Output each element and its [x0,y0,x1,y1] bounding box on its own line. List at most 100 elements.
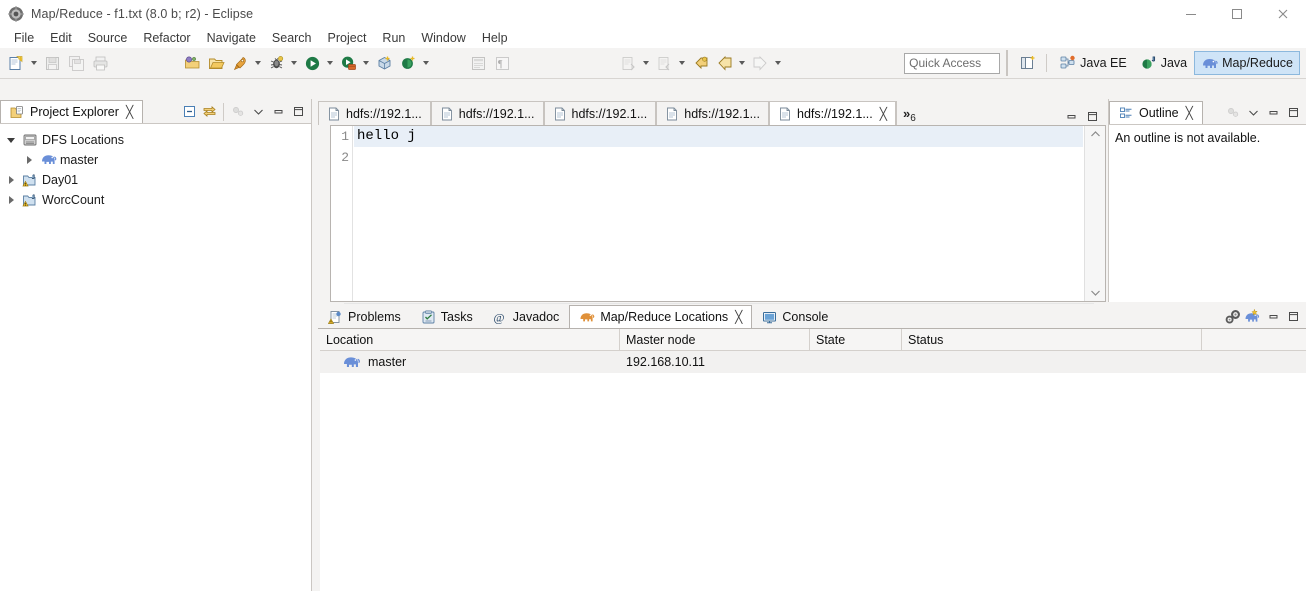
tab-mapreduce-locations[interactable]: Map/Reduce Locations ╳ [569,305,753,328]
menu-file[interactable]: File [6,29,42,47]
javadoc-icon: @ [493,310,508,325]
editor-tab-3[interactable]: hdfs://192.1... [543,101,657,125]
tab-outline[interactable]: Outline ╳ [1109,101,1203,124]
caret-right-icon[interactable] [4,193,18,207]
column-header-status[interactable]: Status [902,329,1202,350]
column-header-master-node[interactable]: Master node [620,329,810,350]
tree-item-dfs-locations[interactable]: DFS Locations [0,130,311,150]
editor-tab-4[interactable]: hdfs://192.1... [656,101,769,125]
menu-refactor[interactable]: Refactor [135,29,198,47]
open-perspective-icon[interactable] [1016,51,1040,75]
menu-window[interactable]: Window [413,29,473,47]
external-tools-icon[interactable] [228,51,252,75]
close-window-button[interactable] [1260,0,1306,27]
maximize-icon[interactable] [1284,104,1302,122]
minimize-window-button[interactable] [1168,0,1214,27]
tab-project-explorer[interactable]: Project Explorer ╳ [0,100,144,123]
perspective-java[interactable]: J Java [1134,51,1194,75]
tree-item-worccount[interactable]: J WorcCount [0,190,311,210]
editor-tab-overflow[interactable]: » 6 [895,101,922,125]
menu-edit[interactable]: Edit [42,29,80,47]
perspective-java-ee[interactable]: Java EE [1053,51,1134,75]
code-line[interactable] [354,147,1083,168]
caret-right-icon[interactable] [4,173,18,187]
outline-message: An outline is not available. [1115,131,1261,145]
perspective-mapreduce[interactable]: Map/Reduce [1194,51,1300,75]
menu-run[interactable]: Run [374,29,413,47]
link-with-editor-icon[interactable] [200,103,218,121]
tab-tasks[interactable]: Tasks [411,305,483,328]
menu-search[interactable]: Search [264,29,320,47]
new-class-dropdown-arrow[interactable] [420,51,432,75]
chevron-down-icon[interactable] [249,103,267,121]
tab-console[interactable]: Console [752,305,838,328]
maximize-window-button[interactable] [1214,0,1260,27]
editor-tab-2[interactable]: hdfs://192.1... [430,101,544,125]
debug-icon[interactable] [264,51,288,75]
perspective-java-label: Java [1160,56,1188,70]
external-tools-dropdown-arrow[interactable] [252,51,264,75]
text-file-icon [778,107,792,121]
maximize-icon[interactable] [1083,107,1101,125]
forward-dropdown-arrow[interactable] [772,51,784,75]
back-icon[interactable] [712,51,736,75]
chevron-down-icon[interactable] [1244,104,1262,122]
text-editor[interactable]: 1 2 hello j [330,125,1106,319]
coverage-dropdown-arrow[interactable] [360,51,372,75]
tree-item-day01[interactable]: J Day01 [0,170,311,190]
quick-access-input[interactable]: Quick Access [904,52,1001,74]
coverage-icon[interactable] [336,51,360,75]
next-annotation-dropdown-arrow[interactable] [640,51,652,75]
collapse-all-icon[interactable] [180,103,198,121]
new-class-icon[interactable] [396,51,420,75]
run-icon[interactable] [300,51,324,75]
menu-help[interactable]: Help [474,29,516,47]
editor-overflow-count: 6 [910,113,916,124]
problems-icon [328,310,343,325]
minimize-icon[interactable] [1062,107,1080,125]
caret-right-icon[interactable] [22,153,36,167]
close-icon[interactable]: ╳ [126,105,133,119]
previous-annotation-dropdown-arrow[interactable] [676,51,688,75]
menu-project[interactable]: Project [320,29,375,47]
editor-code[interactable]: hello j [354,126,1083,301]
tab-problems[interactable]: Problems [318,305,411,328]
menu-source[interactable]: Source [80,29,136,47]
last-edit-location-icon[interactable] [688,51,712,75]
maximize-icon[interactable] [289,103,307,121]
scroll-up-icon[interactable] [1085,126,1106,143]
new-hadoop-location-icon[interactable] [1244,308,1262,326]
tree-item-master[interactable]: master [0,150,311,170]
tree-item-dfs-locations-label: DFS Locations [42,133,124,147]
open-type-icon[interactable] [180,51,204,75]
close-icon[interactable]: ╳ [735,310,742,324]
new-wizard-dropdown-arrow[interactable] [28,51,40,75]
open-resource-icon[interactable] [204,51,228,75]
menu-navigate[interactable]: Navigate [199,29,264,47]
editor-tab-1[interactable]: hdfs://192.1... [318,101,431,125]
caret-down-icon[interactable] [4,133,18,147]
debug-dropdown-arrow[interactable] [288,51,300,75]
minimize-icon[interactable] [1264,308,1282,326]
java-project-warning-icon: J [22,172,38,188]
back-dropdown-arrow[interactable] [736,51,748,75]
new-package-icon[interactable] [372,51,396,75]
run-dropdown-arrow[interactable] [324,51,336,75]
table-row[interactable]: master 192.168.10.11 [320,351,1306,373]
column-header-state[interactable]: State [810,329,902,350]
editor-tab-5[interactable]: hdfs://192.1... ╳ [769,101,896,125]
console-icon [762,310,777,325]
minimize-icon[interactable] [269,103,287,121]
new-wizard-icon[interactable] [4,51,28,75]
column-header-location[interactable]: Location [320,329,620,350]
code-line[interactable]: hello j [354,126,1083,147]
edit-hadoop-location-icon[interactable] [1224,308,1242,326]
editor-vertical-scrollbar[interactable] [1084,126,1105,301]
tab-javadoc[interactable]: @ Javadoc [483,305,570,328]
scroll-down-icon[interactable] [1085,284,1106,301]
close-icon[interactable]: ╳ [1186,106,1193,120]
maximize-icon[interactable] [1284,308,1302,326]
close-icon[interactable]: ╳ [880,107,887,121]
project-explorer-title: Project Explorer [30,105,119,119]
minimize-icon[interactable] [1264,104,1282,122]
